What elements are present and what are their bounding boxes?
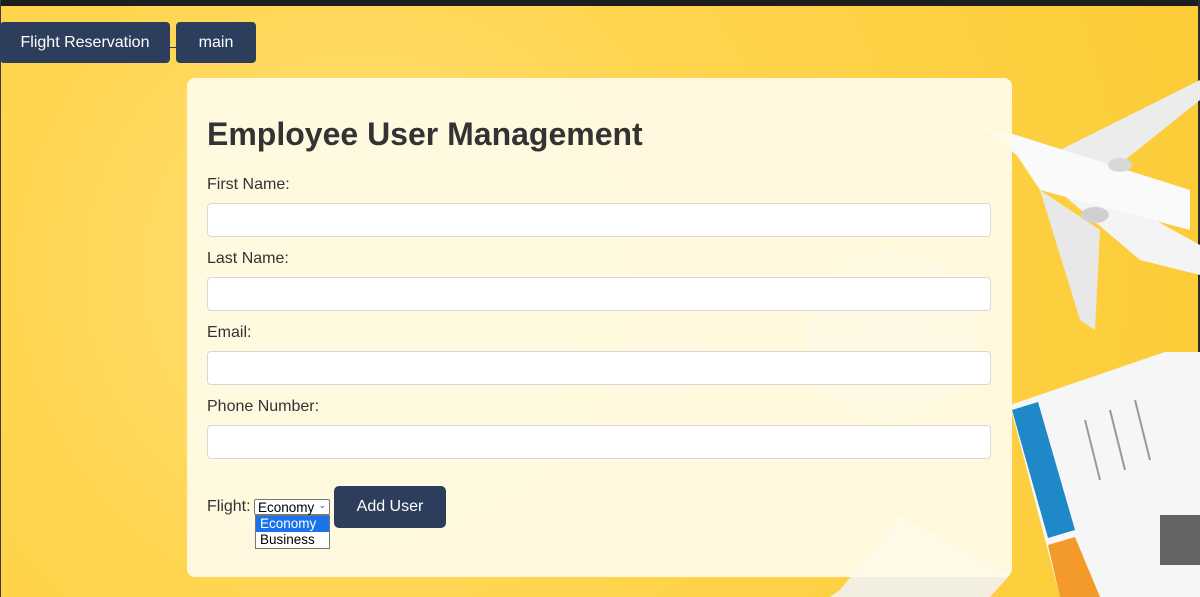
first-name-label: First Name:: [207, 176, 290, 193]
user-management-card: Employee User Management First Name: Las…: [187, 78, 1012, 577]
flight-option-economy[interactable]: Economy: [256, 516, 329, 532]
flight-label: Flight:: [207, 498, 251, 515]
flight-option-business[interactable]: Business: [256, 532, 329, 548]
page-title: Employee User Management: [207, 116, 643, 152]
window-top-border: [0, 0, 1200, 6]
nav-flight-reservation-button[interactable]: Flight Reservation: [0, 22, 170, 63]
add-user-button[interactable]: Add User: [334, 486, 446, 528]
email-input[interactable]: [207, 351, 991, 385]
flight-select[interactable]: Economy ⌄: [254, 499, 330, 515]
email-label: Email:: [207, 324, 252, 341]
last-name-input[interactable]: [207, 277, 991, 311]
phone-number-input[interactable]: [207, 425, 991, 459]
flight-select-value: Economy: [258, 499, 315, 515]
first-name-input[interactable]: [207, 203, 991, 237]
flight-dropdown-list: Economy Business: [255, 515, 330, 549]
nav-main-button[interactable]: main: [176, 22, 256, 63]
chevron-down-icon: ⌄: [318, 500, 326, 510]
window-left-border: [0, 0, 1, 597]
phone-number-label: Phone Number:: [207, 398, 320, 415]
last-name-label: Last Name:: [207, 250, 289, 267]
